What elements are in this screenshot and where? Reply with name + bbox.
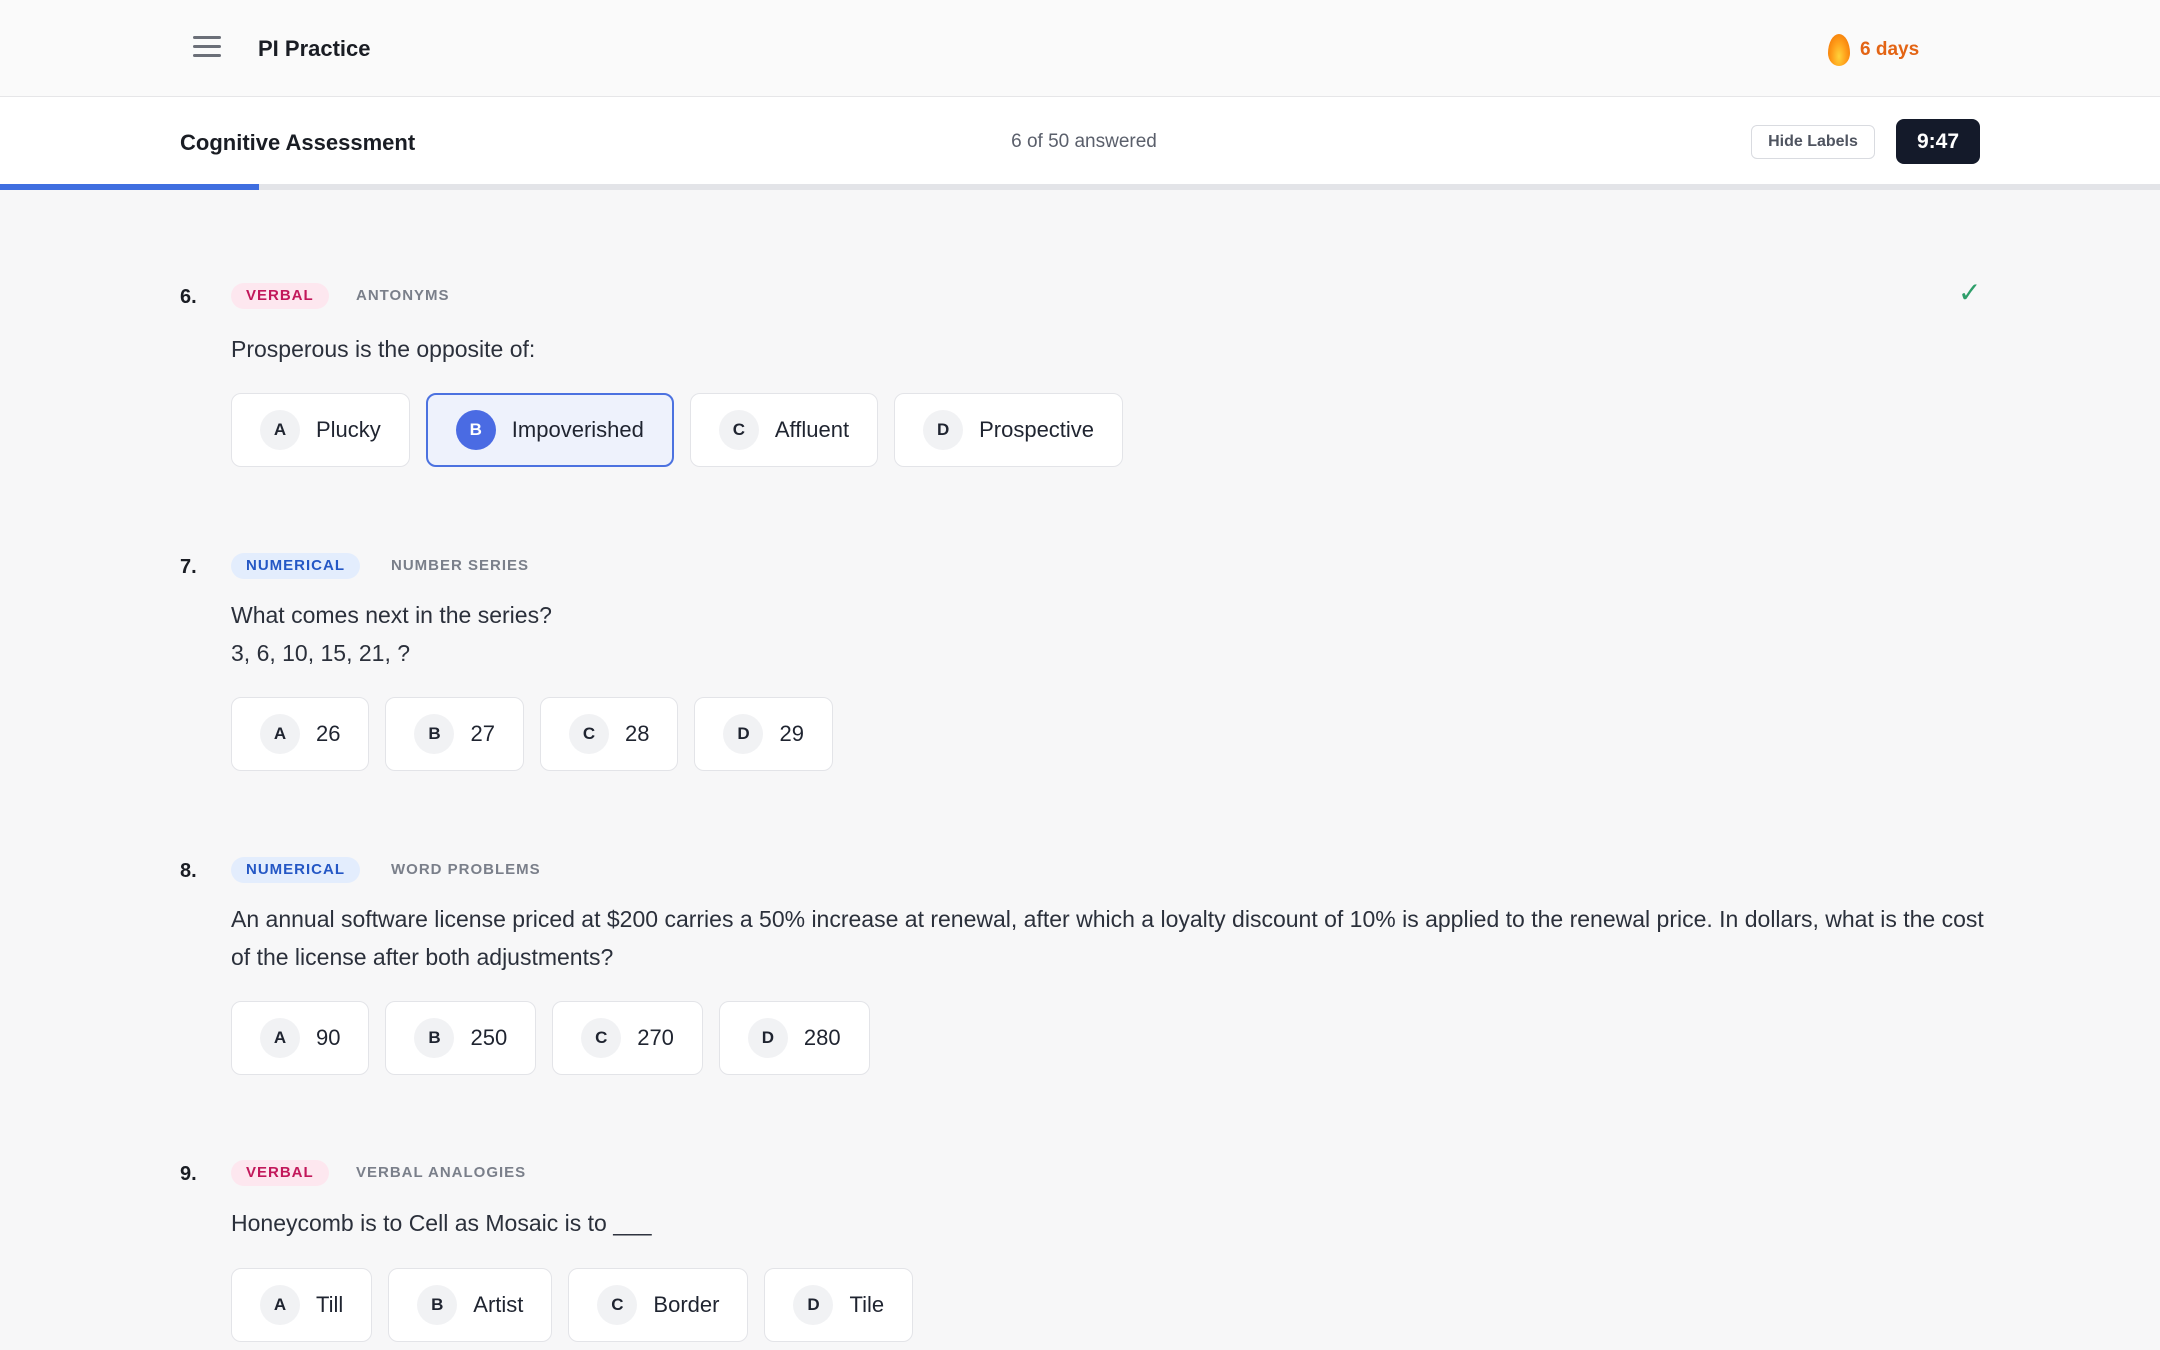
subcategory-tag: NUMBER SERIES — [391, 557, 530, 574]
option-label: Affluent — [774, 417, 850, 442]
option-letter: D — [723, 714, 764, 754]
question-text: An annual software license priced at $20… — [231, 906, 1984, 970]
question-number: 9. — [180, 1163, 197, 1185]
option-c[interactable]: C 28 — [539, 697, 679, 771]
question-number: 8. — [180, 860, 197, 882]
option-letter: C — [718, 410, 759, 450]
option-letter: D — [923, 410, 964, 450]
option-label: Artist — [473, 1292, 524, 1317]
option-letter: D — [793, 1285, 834, 1325]
option-letter: D — [747, 1018, 788, 1058]
answer-options: A Till B Artist C Border D Tile — [231, 1268, 914, 1342]
category-tag: VERBAL — [231, 1160, 329, 1186]
option-letter: A — [260, 410, 300, 450]
assessment-header: Cognitive Assessment 6 of 50 answered Hi… — [0, 97, 2160, 187]
option-a[interactable]: A 90 — [231, 1001, 370, 1075]
option-letter: A — [260, 1018, 300, 1058]
option-label: Till — [316, 1292, 344, 1317]
progress-bar — [0, 184, 2160, 190]
question-number: 7. — [180, 556, 197, 578]
streak-indicator: 6 days — [1828, 34, 1919, 66]
top-nav: PI Practice 6 days — [0, 0, 2160, 97]
option-label: Plucky — [316, 417, 381, 442]
option-label: Tile — [849, 1292, 885, 1317]
answer-options: A 26 B 27 C 28 D 29 — [231, 697, 833, 771]
option-label: 29 — [779, 721, 804, 746]
answer-options: A Plucky B Impoverished C Affluent D Prospec… — [231, 393, 1124, 467]
menu-icon[interactable] — [193, 36, 221, 58]
option-a[interactable]: A 26 — [231, 697, 370, 771]
option-label: Impoverished — [511, 417, 644, 442]
category-tag: NUMERICAL — [231, 857, 360, 883]
option-letter: B — [455, 410, 496, 450]
app-title: PI Practice — [258, 36, 371, 61]
option-label: 280 — [803, 1025, 841, 1050]
option-letter: C — [597, 1285, 638, 1325]
option-letter: C — [568, 714, 609, 754]
question-text: What comes next in the series? — [231, 602, 552, 628]
option-letter: B — [414, 714, 455, 754]
option-b[interactable]: B Impoverished — [425, 393, 674, 467]
answered-check-icon: ✓ — [1958, 277, 1982, 308]
option-b[interactable]: B Artist — [388, 1268, 553, 1342]
option-d[interactable]: D 280 — [718, 1001, 870, 1075]
option-d[interactable]: D 29 — [694, 697, 833, 771]
option-letter: A — [260, 1285, 300, 1325]
subcategory-tag: VERBAL ANALOGIES — [356, 1164, 527, 1181]
question-series: 3, 6, 10, 15, 21, ? — [231, 640, 411, 666]
option-c[interactable]: C Affluent — [689, 393, 879, 467]
option-letter: B — [414, 1018, 455, 1058]
option-letter: A — [260, 714, 300, 754]
category-tag: VERBAL — [231, 283, 329, 309]
option-label: Border — [653, 1292, 720, 1317]
option-label: 28 — [624, 721, 650, 746]
option-a[interactable]: A Plucky — [231, 393, 410, 467]
option-label: 90 — [316, 1025, 341, 1050]
subcategory-tag: ANTONYMS — [356, 287, 450, 304]
option-a[interactable]: A Till — [231, 1268, 373, 1342]
question-number: 6. — [180, 286, 197, 308]
option-label: Prospective — [979, 417, 1095, 442]
question-text: Prosperous is the opposite of: — [231, 336, 536, 362]
flame-icon — [1828, 34, 1850, 66]
option-label: 270 — [637, 1025, 674, 1050]
category-tag: NUMERICAL — [231, 553, 360, 579]
hide-labels-button[interactable]: Hide Labels — [1751, 125, 1875, 159]
answer-options: A 90 B 250 C 270 D 280 — [231, 1001, 870, 1075]
option-c[interactable]: C Border — [568, 1268, 749, 1342]
timer: 9:47 — [1896, 119, 1980, 164]
option-letter: B — [417, 1285, 458, 1325]
option-label: 26 — [316, 721, 341, 746]
subcategory-tag: WORD PROBLEMS — [391, 861, 541, 878]
streak-text: 6 days — [1860, 39, 1920, 60]
option-letter: C — [581, 1018, 622, 1058]
option-label: 27 — [470, 721, 495, 746]
option-label: 250 — [470, 1025, 508, 1050]
progress-fill — [0, 184, 260, 190]
option-b[interactable]: B 250 — [385, 1001, 537, 1075]
option-c[interactable]: C 270 — [552, 1001, 703, 1075]
option-b[interactable]: B 27 — [385, 697, 524, 771]
question-text: Honeycomb is to Cell as Mosaic is to ___ — [231, 1210, 652, 1236]
option-d[interactable]: D Tile — [764, 1268, 914, 1342]
option-d[interactable]: D Prospective — [894, 393, 1124, 467]
